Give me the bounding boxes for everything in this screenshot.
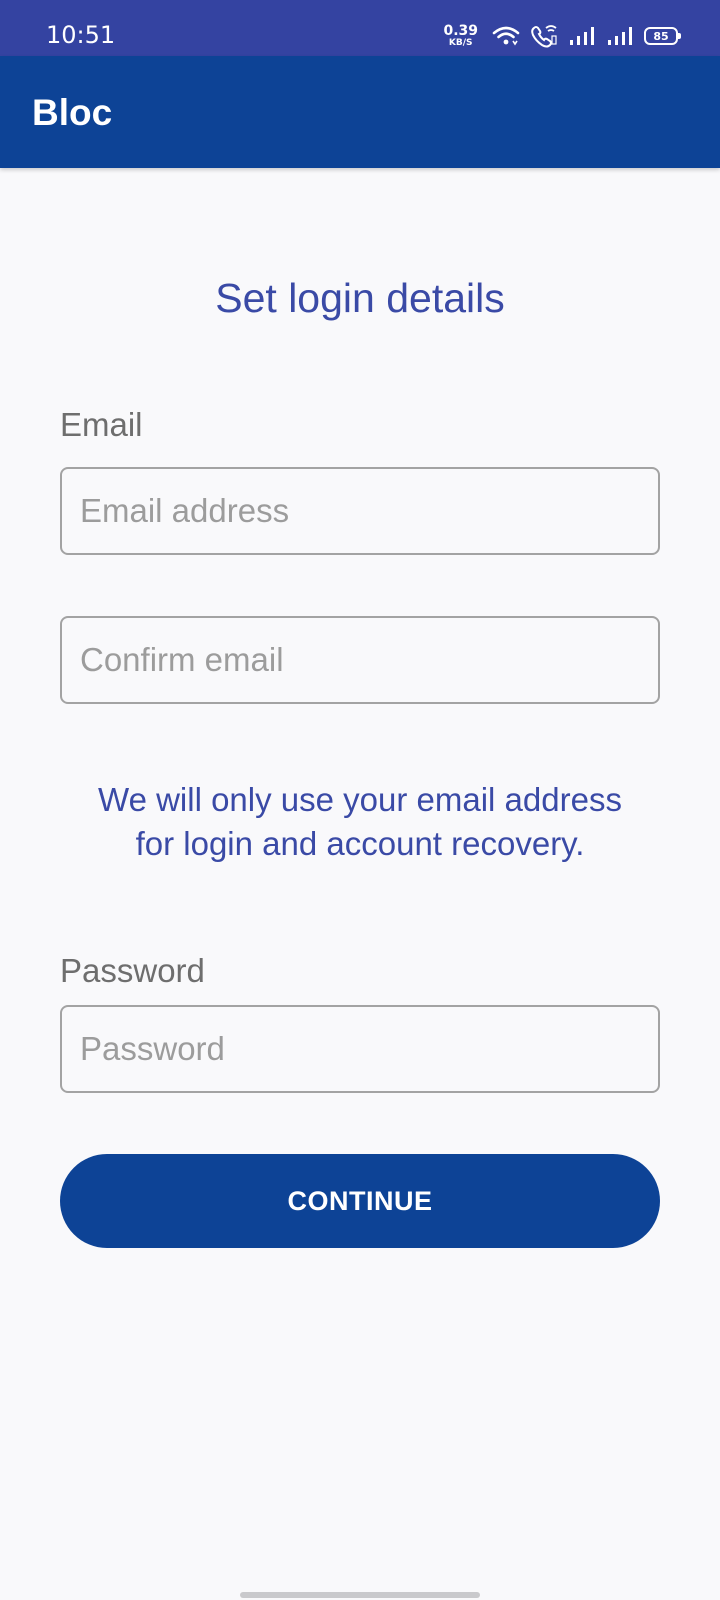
network-speed-value: 0.39 xyxy=(443,23,478,39)
battery-level: 85 xyxy=(653,29,669,43)
info-line-2: for login and account recovery. xyxy=(135,825,585,862)
signal-icon xyxy=(568,26,596,46)
confirm-email-field[interactable] xyxy=(60,616,660,704)
battery-icon: 85 xyxy=(644,27,681,45)
home-indicator[interactable] xyxy=(240,1592,480,1598)
email-label: Email xyxy=(60,406,143,443)
wifi-call-icon xyxy=(530,24,558,48)
status-time: 10:51 xyxy=(46,21,116,49)
wifi-icon xyxy=(492,25,520,47)
info-line-1: We will only use your email address xyxy=(98,781,622,818)
app-title: Bloc xyxy=(32,92,113,133)
password-field[interactable] xyxy=(60,1005,660,1093)
network-speed-unit: KB/S xyxy=(448,38,473,48)
status-icons: 0.39 KB/S 85 xyxy=(443,20,681,52)
continue-button[interactable]: CONTINUE xyxy=(60,1154,660,1248)
signal-icon xyxy=(606,26,634,46)
password-label: Password xyxy=(60,952,205,989)
email-usage-info: We will only use your email address for … xyxy=(60,778,660,866)
page-title: Set login details xyxy=(215,275,505,321)
app-bar: Bloc xyxy=(0,56,720,168)
email-field[interactable] xyxy=(60,467,660,555)
network-speed: 0.39 KB/S xyxy=(443,24,478,48)
status-bar: 10:51 0.39 KB/S 85 xyxy=(0,0,720,56)
screen: 10:51 0.39 KB/S 85 Bloc Set login detail… xyxy=(0,0,720,1600)
